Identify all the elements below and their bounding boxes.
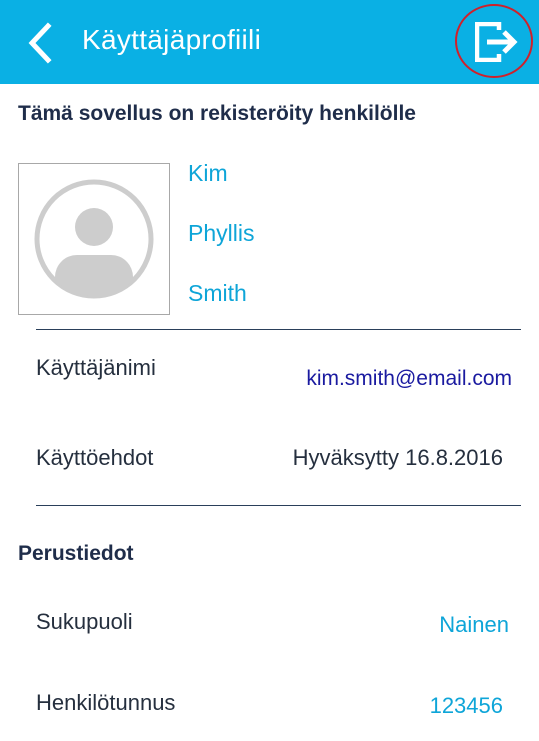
first-name: Kim: [188, 160, 228, 186]
username-label: Käyttäjänimi: [36, 355, 156, 380]
app-bar: Käyttäjäprofiili: [0, 0, 539, 84]
gender-label: Sukupuoli: [36, 609, 133, 634]
page-title: Käyttäjäprofiili: [82, 24, 262, 55]
last-name: Smith: [188, 280, 247, 306]
divider: [36, 505, 521, 506]
username-value: kim.smith@email.com: [306, 367, 512, 390]
middle-name: Phyllis: [188, 220, 255, 246]
logout-button[interactable]: [455, 4, 533, 78]
registered-to-label: Tämä sovellus on rekisteröity henkilölle: [18, 102, 416, 125]
basic-info-title: Perustiedot: [18, 542, 134, 565]
user-placeholder-icon: [34, 179, 154, 299]
personal-id-label: Henkilötunnus: [36, 690, 176, 715]
gender-value[interactable]: Nainen: [439, 612, 509, 638]
personal-id-value[interactable]: 123456: [430, 693, 503, 719]
divider: [36, 329, 521, 330]
terms-value: Hyväksytty 16.8.2016: [292, 445, 503, 470]
back-button[interactable]: [22, 20, 62, 66]
logout-icon: [475, 22, 518, 62]
terms-label: Käyttöehdot: [36, 445, 154, 470]
chevron-left-icon: [28, 22, 52, 64]
avatar: [18, 163, 170, 315]
